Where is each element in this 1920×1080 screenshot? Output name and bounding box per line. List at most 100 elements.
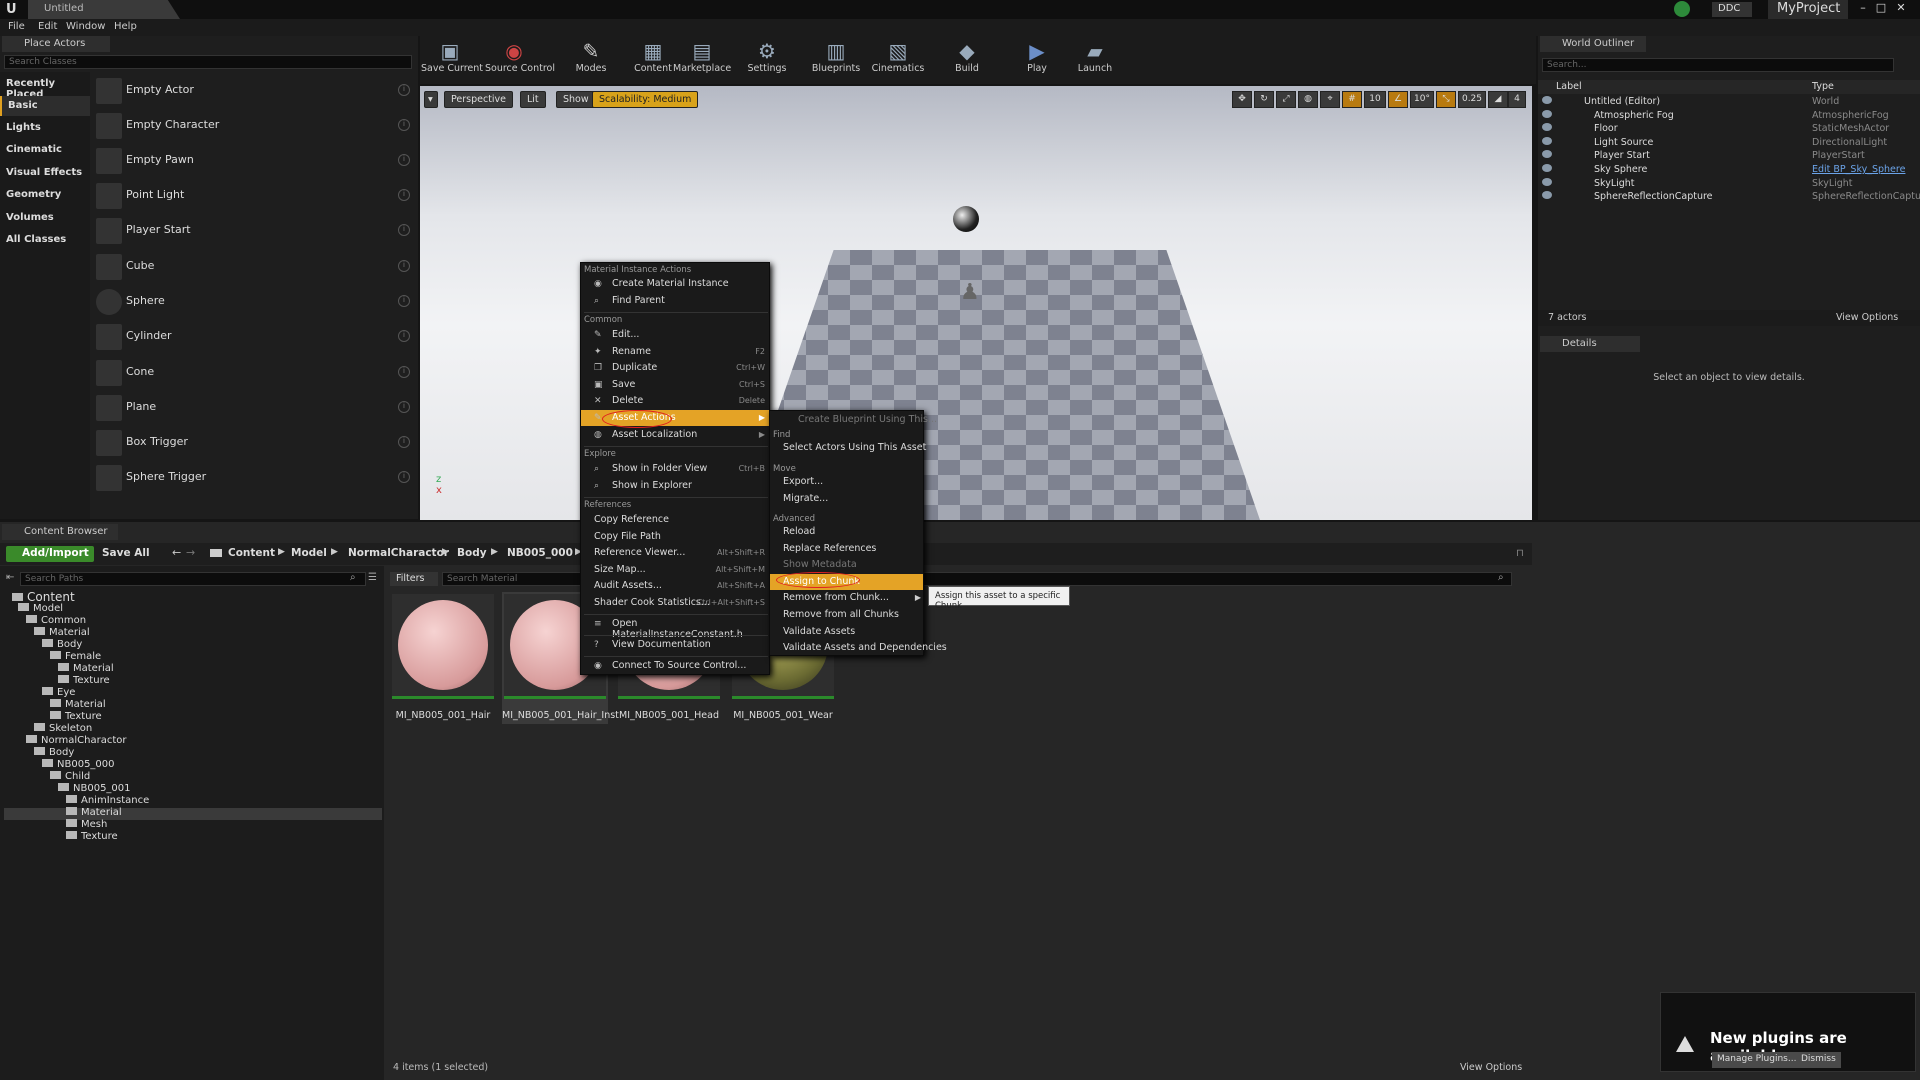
audit-assets-item[interactable]: Audit Assets... Alt+Shift+A <box>581 578 769 594</box>
remove-from-all-chunks-item[interactable]: Remove from all Chunks <box>770 607 923 623</box>
rotate-tool-icon[interactable]: ↻ <box>1254 91 1274 108</box>
size-map-item[interactable]: Size Map... Alt+Shift+M <box>581 562 769 578</box>
menu-window[interactable]: Window <box>66 21 105 32</box>
info-icon[interactable]: i <box>398 401 410 413</box>
show-in-folder-view-item[interactable]: ⌕ Show in Folder View Ctrl+B <box>581 461 769 477</box>
scale-tool-icon[interactable]: ⤢ <box>1276 91 1296 108</box>
outliner-row[interactable]: Untitled (Editor) World <box>1538 95 1920 109</box>
tree-folder[interactable]: Texture <box>66 831 118 843</box>
tree-folder[interactable]: Material <box>66 807 122 819</box>
settings-button[interactable]: ⚙ Settings <box>738 36 796 82</box>
menu-file[interactable]: File <box>8 21 25 32</box>
delete-item[interactable]: ✕ Delete Delete <box>581 393 769 409</box>
category-lights[interactable]: Lights <box>0 118 90 138</box>
visibility-eye-icon[interactable] <box>1542 164 1552 172</box>
perspective-button[interactable]: Perspective <box>444 91 514 108</box>
lit-button[interactable]: Lit <box>520 91 546 108</box>
scalability-badge[interactable]: Scalability: Medium <box>592 91 699 108</box>
forward-arrow-icon[interactable]: → <box>186 546 195 559</box>
outliner-search-input[interactable]: Search... <box>1542 58 1894 72</box>
reference-viewer-item[interactable]: Reference Viewer... Alt+Shift+R <box>581 545 769 561</box>
info-icon[interactable]: i <box>398 84 410 96</box>
actor-item[interactable]: Player Start i <box>92 214 412 248</box>
actor-item[interactable]: Box Trigger i <box>92 426 412 460</box>
sky-sphere-icon[interactable] <box>953 206 979 232</box>
chevron-right-icon[interactable]: ▶ <box>442 547 449 557</box>
info-icon[interactable]: i <box>398 471 410 483</box>
replace-references-item[interactable]: Replace References <box>770 541 923 557</box>
tree-folder[interactable]: NB005_000 <box>42 759 115 771</box>
lock-icon[interactable]: ⊓ <box>1516 548 1524 559</box>
breadcrumb-normalcharactor[interactable]: NormalCharactor <box>348 547 449 559</box>
info-icon[interactable]: i <box>398 295 410 307</box>
tree-folder[interactable]: Material <box>50 699 106 711</box>
source-control-status-icon[interactable] <box>1674 1 1690 17</box>
document-tab[interactable]: Untitled <box>28 0 180 19</box>
camera-speed-value[interactable]: 4 <box>1508 91 1526 108</box>
manage-plugins-button[interactable]: Manage Plugins... <box>1712 1052 1802 1068</box>
scale-snap-value[interactable]: 0.25 <box>1458 91 1486 108</box>
minimize-icon[interactable]: – <box>1856 1 1870 15</box>
actor-item[interactable]: Empty Pawn i <box>92 144 412 178</box>
info-icon[interactable]: i <box>398 436 410 448</box>
rotation-snap-icon[interactable]: ∠ <box>1388 91 1408 108</box>
world-outliner-tab[interactable]: World Outliner <box>1540 36 1646 52</box>
connect-source-control-item[interactable]: ◉ Connect To Source Control... <box>581 658 769 674</box>
tree-folder[interactable]: Female <box>50 651 101 663</box>
scale-snap-icon[interactable]: ⤡ <box>1436 91 1456 108</box>
info-icon[interactable]: i <box>398 189 410 201</box>
visibility-eye-icon[interactable] <box>1542 96 1552 104</box>
validate-dependencies-item[interactable]: Validate Assets and Dependencies <box>770 640 947 656</box>
create-material-instance-item[interactable]: ◉ Create Material Instance <box>581 276 769 292</box>
info-icon[interactable]: i <box>398 330 410 342</box>
save-current-button[interactable]: ▣ Save Current <box>421 36 483 82</box>
outliner-row[interactable]: Player Start PlayerStart <box>1538 149 1920 163</box>
tree-folder[interactable]: Texture <box>58 675 110 687</box>
type-column-header[interactable]: Type <box>1812 81 1834 92</box>
asset-tile[interactable]: MI_NB005_001_Hair <box>390 592 496 724</box>
info-icon[interactable]: i <box>398 366 410 378</box>
outliner-row[interactable]: Floor StaticMeshActor <box>1538 122 1920 136</box>
outliner-row[interactable]: Sky Sphere Edit BP_Sky_Sphere <box>1538 163 1920 177</box>
modes-button[interactable]: ✎ Modes <box>562 36 620 82</box>
ddc-indicator[interactable]: DDC <box>1712 2 1752 17</box>
blueprints-button[interactable]: ▥ Blueprints <box>807 36 865 82</box>
outliner-row[interactable]: SphereReflectionCapture SphereReflectionC… <box>1538 190 1920 204</box>
info-icon[interactable]: i <box>398 154 410 166</box>
tree-folder[interactable]: Eye <box>42 687 75 699</box>
breadcrumb-model[interactable]: Model <box>291 547 327 559</box>
remove-from-chunk-item[interactable]: Remove from Chunk... ▶ <box>770 590 923 606</box>
content-view-options-button[interactable]: View Options <box>1460 1062 1522 1073</box>
tree-folder[interactable]: Child <box>50 771 90 783</box>
source-control-button[interactable]: ◉ Source Control <box>485 36 555 82</box>
breadcrumb-nb005-000[interactable]: NB005_000 <box>507 547 573 559</box>
details-tab[interactable]: Details <box>1540 336 1640 352</box>
validate-assets-item[interactable]: Validate Assets <box>770 624 923 640</box>
reload-item[interactable]: Reload <box>770 524 923 540</box>
show-metadata-item[interactable]: Show Metadata <box>770 557 923 573</box>
tree-folder[interactable]: NormalCharactor <box>26 735 127 747</box>
edit-item[interactable]: ✎ Edit... <box>581 327 769 343</box>
actor-item[interactable]: Cone i <box>92 356 412 390</box>
tree-folder[interactable]: Common <box>26 615 86 627</box>
grid-snap-icon[interactable]: # <box>1342 91 1362 108</box>
actor-item[interactable]: Sphere Trigger i <box>92 461 412 495</box>
copy-file-path-item[interactable]: Copy File Path <box>581 529 769 545</box>
view-documentation-item[interactable]: ? View Documentation <box>581 637 769 653</box>
tree-folder[interactable]: Texture <box>50 711 102 723</box>
category-volumes[interactable]: Volumes <box>0 208 90 228</box>
outliner-row[interactable]: Light Source DirectionalLight <box>1538 136 1920 150</box>
show-button[interactable]: Show <box>556 91 596 108</box>
find-parent-item[interactable]: ⌕ Find Parent <box>581 293 769 309</box>
tree-folder[interactable]: Model <box>18 603 63 615</box>
content-browser-tab[interactable]: Content Browser <box>2 524 118 540</box>
label-column-header[interactable]: Label <box>1556 81 1582 92</box>
place-actors-tab[interactable]: Place Actors <box>2 36 110 52</box>
actor-item[interactable]: Cylinder i <box>92 320 412 354</box>
info-icon[interactable]: i <box>398 260 410 272</box>
actor-item[interactable]: Point Light i <box>92 179 412 213</box>
player-start-icon[interactable]: ♟ <box>960 280 980 310</box>
info-icon[interactable]: i <box>398 119 410 131</box>
play-button[interactable]: ▶ Play <box>1008 36 1066 82</box>
launch-button[interactable]: ▰ Launch <box>1066 36 1124 82</box>
